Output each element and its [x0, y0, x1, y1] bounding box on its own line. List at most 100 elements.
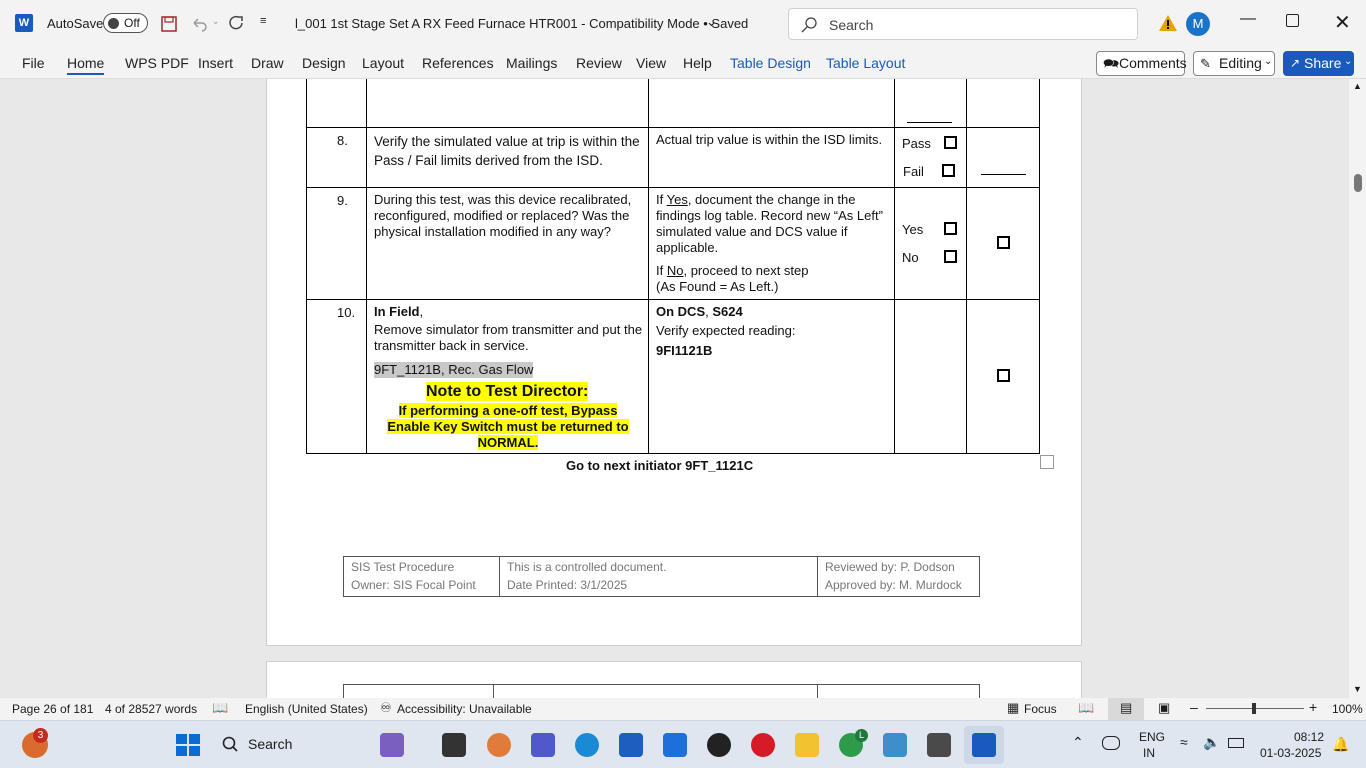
wifi-icon[interactable]: ≈	[1180, 734, 1188, 750]
tab-table-design[interactable]: Table Design	[730, 55, 811, 71]
app-icon[interactable]	[927, 733, 951, 757]
warning-icon[interactable]	[1158, 14, 1178, 32]
fail-checkbox[interactable]	[942, 164, 955, 177]
volume-icon[interactable]: 🔈	[1203, 734, 1220, 751]
word-count[interactable]: 4 of 28527 words	[105, 702, 197, 716]
document-canvas[interactable]: 8. Verify the simulated value at trip is…	[0, 79, 1366, 698]
teams-icon[interactable]	[531, 733, 555, 757]
close-icon[interactable]: ✕	[1334, 10, 1351, 35]
comments-button[interactable]: 🗪 Comments	[1096, 51, 1187, 76]
tab-mailings[interactable]: Mailings	[506, 55, 557, 71]
redo-icon[interactable]	[228, 14, 246, 32]
scroll-down-icon[interactable]: ▼	[1353, 684, 1362, 694]
file-explorer-icon[interactable]	[795, 733, 819, 757]
terminal-icon[interactable]	[442, 733, 466, 757]
clock-time[interactable]: 08:12	[1294, 730, 1324, 744]
word-taskbar-button[interactable]	[964, 726, 1004, 764]
search-input[interactable]: Search	[788, 8, 1138, 40]
notification-bell-icon[interactable]: 🔔	[1332, 736, 1349, 753]
step-description: Verify the simulated value at trip is wi…	[374, 134, 640, 168]
tab-help[interactable]: Help	[683, 55, 712, 71]
chrome-profile-badge: L	[855, 729, 868, 742]
share-button[interactable]: ↗ Share ⌄	[1283, 51, 1354, 76]
tab-table-layout[interactable]: Table Layout	[826, 55, 905, 71]
language-indicator[interactable]: ENG	[1139, 730, 1165, 744]
next-page-header	[343, 684, 980, 698]
edge-icon[interactable]	[575, 733, 599, 757]
cloud-sync-icon[interactable]	[1102, 736, 1120, 750]
clock-date[interactable]: 01-03-2025	[1260, 746, 1321, 760]
undo-dropdown-icon[interactable]: ⌄	[212, 16, 220, 27]
undo-icon[interactable]	[190, 15, 208, 33]
focus-label[interactable]: Focus	[1024, 702, 1057, 716]
scroll-thumb[interactable]	[1354, 174, 1362, 192]
footer-text: Owner: SIS Focal Point	[351, 578, 476, 592]
vertical-scrollbar[interactable]: ▲ ▼	[1349, 79, 1366, 698]
start-windows-icon[interactable]	[176, 734, 200, 756]
minimize-icon[interactable]: —	[1240, 10, 1256, 28]
tab-file[interactable]: File	[22, 55, 45, 71]
taskbar-search[interactable]: Search	[212, 728, 372, 760]
battery-icon[interactable]	[1228, 738, 1244, 748]
read-mode-icon[interactable]: 📖	[1078, 700, 1094, 716]
document-title[interactable]: l_001 1st Stage Set A RX Feed Furnace HT…	[295, 16, 748, 31]
language-region[interactable]: IN	[1143, 746, 1155, 760]
accessibility-status[interactable]: Accessibility: Unavailable	[397, 702, 532, 716]
copilot-icon[interactable]	[487, 733, 511, 757]
tab-design[interactable]: Design	[302, 55, 346, 71]
language-status[interactable]: English (United States)	[245, 702, 368, 716]
opera-icon[interactable]	[751, 733, 775, 757]
proofing-icon[interactable]: 📖	[212, 700, 228, 716]
footer-text: Reviewed by: P. Dodson	[825, 560, 955, 574]
store-icon[interactable]	[619, 733, 643, 757]
signoff-checkbox[interactable]	[997, 369, 1010, 382]
accessibility-icon[interactable]: ♾	[380, 700, 392, 716]
tray-chevron-icon[interactable]: ⌃	[1072, 734, 1084, 751]
table-resize-handle[interactable]	[1040, 455, 1054, 469]
in-field-heading: In Field,	[374, 304, 424, 319]
title-chevron-icon[interactable]: ⌄	[706, 14, 717, 30]
autosave-toggle[interactable]: Off	[103, 13, 148, 33]
table-border	[366, 79, 367, 454]
note-body: If performing a one-off test, Bypass Ena…	[387, 403, 629, 450]
autosave-state: Off	[124, 16, 140, 30]
customize-toolbar-icon[interactable]: ≡	[260, 15, 266, 27]
power-automate-icon[interactable]	[663, 733, 687, 757]
row-number: 9.	[337, 193, 348, 208]
print-layout-button[interactable]: ▤	[1108, 698, 1144, 720]
pass-checkbox[interactable]	[944, 136, 957, 149]
tab-draw[interactable]: Draw	[251, 55, 284, 71]
copilot-news-icon[interactable]	[380, 733, 404, 757]
signoff-checkbox[interactable]	[997, 236, 1010, 249]
scroll-up-icon[interactable]: ▲	[1353, 81, 1362, 91]
table-border	[306, 127, 1040, 128]
tab-insert[interactable]: Insert	[198, 55, 233, 71]
tab-view[interactable]: View	[636, 55, 666, 71]
save-icon[interactable]	[160, 15, 178, 33]
dell-icon[interactable]	[707, 733, 731, 757]
word-app-icon: W	[15, 14, 33, 32]
zoom-out-icon[interactable]: –	[1190, 699, 1198, 715]
zoom-in-icon[interactable]: +	[1309, 699, 1317, 715]
tab-wps-pdf[interactable]: WPS PDF	[125, 55, 189, 71]
page-count[interactable]: Page 26 of 181	[12, 702, 93, 716]
editing-mode-button[interactable]: ✎ Editing ⌄	[1193, 51, 1275, 76]
web-layout-icon[interactable]: ▣	[1158, 700, 1170, 716]
avatar[interactable]: M	[1186, 12, 1210, 36]
restore-icon[interactable]	[1286, 14, 1299, 27]
focus-icon[interactable]: ▦	[1007, 700, 1019, 716]
app-icon[interactable]	[883, 733, 907, 757]
signature-line	[907, 122, 952, 123]
zoom-slider-thumb[interactable]	[1252, 703, 1256, 714]
step-criteria: If Yes, document the change in the findi…	[656, 192, 883, 255]
step-criteria: Actual trip value is within the ISD limi…	[656, 132, 883, 147]
no-checkbox[interactable]	[944, 250, 957, 263]
tab-layout[interactable]: Layout	[362, 55, 404, 71]
yes-checkbox[interactable]	[944, 222, 957, 235]
zoom-level[interactable]: 100%	[1332, 702, 1363, 716]
footer-text: This is a controlled document.	[507, 560, 667, 574]
tab-review[interactable]: Review	[576, 55, 622, 71]
tab-home[interactable]: Home	[67, 55, 105, 75]
tab-references[interactable]: References	[422, 55, 494, 71]
tag-highlight: 9FT_1121B, Rec. Gas Flow	[374, 362, 534, 378]
